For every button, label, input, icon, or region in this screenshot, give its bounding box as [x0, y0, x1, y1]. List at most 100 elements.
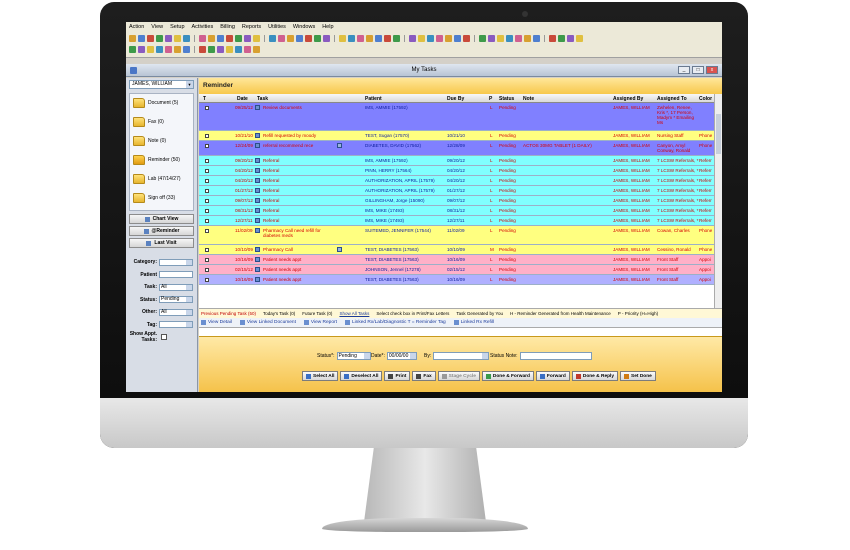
toolbar-button-icon[interactable] — [427, 35, 434, 42]
print-button[interactable]: Print — [384, 371, 411, 381]
filter-input[interactable] — [159, 258, 193, 266]
toolbar-button-icon[interactable] — [348, 35, 355, 42]
menu-windows[interactable]: Windows — [293, 24, 315, 30]
table-row[interactable]: 08/31/12 Referral IMS, MIKE (17493) 08/31/1… — [199, 206, 714, 216]
table-row[interactable]: 01/27/12 Referral AUTHORIZATION, APRIL (17… — [199, 186, 714, 196]
menu-utilities[interactable]: Utilities — [268, 24, 286, 30]
toolbar-button-icon[interactable] — [506, 35, 513, 42]
show-appt-tasks-checkbox[interactable] — [161, 334, 167, 340]
table-row[interactable]: 10/16/09 Patient needs appt TEST, DIABETES… — [199, 275, 714, 285]
maximize-button[interactable]: □ — [692, 66, 704, 74]
set-done-button[interactable]: Set Done — [620, 371, 656, 381]
toolbar-button-icon[interactable] — [384, 35, 391, 42]
chevron-down-icon[interactable]: ▼ — [186, 81, 193, 88]
toolbar-button-icon[interactable] — [339, 35, 346, 42]
select-all-button[interactable]: Select All — [302, 371, 339, 381]
toolbar-button-icon[interactable] — [357, 35, 364, 42]
attachment-icon[interactable] — [337, 247, 342, 252]
column-header-note[interactable]: Note — [523, 96, 534, 102]
menu-help[interactable]: Help — [322, 24, 333, 30]
toolbar-button-icon[interactable] — [208, 35, 215, 42]
menu-reports[interactable]: Reports — [242, 24, 261, 30]
table-row[interactable]: 09/25/12 Review documents IMS, AMMIE (1759… — [199, 103, 714, 131]
toolbar-button-icon[interactable] — [576, 35, 583, 42]
done-forward-button[interactable]: Done & Forward — [481, 371, 534, 381]
menu-billing[interactable]: Billing — [220, 24, 235, 30]
link-linked-rx-refill[interactable]: Linked Rx Refill — [453, 320, 494, 325]
toolbar-button-icon[interactable] — [463, 35, 470, 42]
toolbar-button-icon[interactable] — [375, 35, 382, 42]
toolbar-button-icon[interactable] — [165, 46, 172, 53]
toolbar-button-icon[interactable] — [278, 35, 285, 42]
row-checkbox[interactable] — [205, 268, 209, 272]
table-row[interactable]: 09/07/12 Referral GILLINGHAM, Jorge (15090… — [199, 196, 714, 206]
folder-document[interactable]: Document (5) — [133, 98, 178, 108]
column-header-task[interactable]: Task — [257, 96, 268, 102]
toolbar-button-icon[interactable] — [567, 35, 574, 42]
toolbar-button-icon[interactable] — [558, 35, 565, 42]
row-checkbox[interactable] — [205, 248, 209, 252]
row-checkbox[interactable] — [205, 179, 209, 183]
toolbar-button-icon[interactable] — [253, 46, 260, 53]
toolbar-button-icon[interactable] — [549, 35, 556, 42]
toolbar-button-icon[interactable] — [524, 35, 531, 42]
filter-input[interactable] — [159, 271, 193, 278]
deselect-all-button[interactable]: Deselect All — [340, 371, 383, 381]
toolbar-button-icon[interactable] — [129, 35, 136, 42]
toolbar-button-icon[interactable] — [454, 35, 461, 42]
toolbar-button-icon[interactable] — [253, 35, 260, 42]
chevron-down-icon[interactable] — [186, 322, 192, 327]
toolbar-button-icon[interactable] — [305, 35, 312, 42]
toolbar-button-icon[interactable] — [287, 35, 294, 42]
vertical-scrollbar[interactable] — [714, 94, 722, 308]
toolbar-button-icon[interactable] — [138, 46, 145, 53]
toolbar-button-icon[interactable] — [479, 35, 486, 42]
filter-input[interactable] — [159, 321, 193, 328]
toolbar-button-icon[interactable] — [183, 35, 190, 42]
toolbar-button-icon[interactable] — [226, 46, 233, 53]
chevron-down-icon[interactable] — [186, 297, 192, 302]
column-header-status[interactable]: Status — [499, 96, 514, 102]
table-row[interactable]: 02/15/12 Patient needs appt JOHNSON, Jenne… — [199, 265, 714, 275]
row-checkbox[interactable] — [205, 209, 209, 213]
row-checkbox[interactable] — [205, 229, 209, 233]
row-checkbox[interactable] — [205, 278, 209, 282]
folder-lab[interactable]: Lab (47/14/27) — [133, 174, 181, 184]
toolbar-button-icon[interactable] — [147, 35, 154, 42]
calendar-icon[interactable] — [409, 353, 416, 359]
toolbar-button-icon[interactable] — [226, 35, 233, 42]
table-row[interactable]: 04/20/12 Referral PINN, HERRY (17564) 04/20… — [199, 166, 714, 176]
filter-input[interactable]: All — [159, 283, 193, 291]
by-select[interactable] — [433, 352, 490, 360]
toolbar-button-icon[interactable] — [235, 35, 242, 42]
toolbar-button-icon[interactable] — [129, 46, 136, 53]
table-row[interactable]: 12/27/11 Referral IMS, MIKE (17493) 12/27/1… — [199, 216, 714, 226]
link-view-linked-document[interactable]: View Linked Document — [239, 320, 296, 325]
toolbar-button-icon[interactable] — [165, 35, 172, 42]
chevron-down-icon[interactable] — [186, 309, 192, 315]
menu-activities[interactable]: Activities — [192, 24, 214, 30]
attachment-icon[interactable] — [337, 143, 342, 148]
chevron-down-icon[interactable] — [186, 259, 192, 265]
toolbar-button-icon[interactable] — [366, 35, 373, 42]
chart-view-button[interactable]: Chart View — [129, 214, 194, 224]
chevron-down-icon[interactable] — [186, 284, 192, 290]
toolbar-button-icon[interactable] — [174, 46, 181, 53]
last-visit-button[interactable]: Last Visit — [129, 238, 194, 248]
menu-view[interactable]: View — [151, 24, 163, 30]
column-header-color[interactable]: Color — [699, 96, 712, 102]
row-checkbox[interactable] — [205, 258, 209, 262]
toolbar-button-icon[interactable] — [208, 46, 215, 53]
filter-input[interactable]: Pending — [159, 296, 193, 303]
toolbar-button-icon[interactable] — [217, 46, 224, 53]
folder-note[interactable]: Note (0) — [133, 136, 166, 146]
toolbar-button-icon[interactable] — [515, 35, 522, 42]
table-row[interactable]: 04/20/12 Referral AUTHORIZATION, APRIL (17… — [199, 176, 714, 186]
table-row[interactable]: 12/24/09 referral recommend rece DIABETES,… — [199, 141, 714, 156]
column-header-assigned-by[interactable]: Assigned By — [613, 96, 643, 102]
toolbar-button-icon[interactable] — [418, 35, 425, 42]
folder-reminder[interactable]: Reminder (50) — [133, 155, 180, 165]
show-all-tasks-link[interactable]: Show All Tasks — [339, 311, 369, 316]
toolbar-button-icon[interactable] — [296, 35, 303, 42]
column-header-p[interactable]: P — [489, 96, 492, 102]
